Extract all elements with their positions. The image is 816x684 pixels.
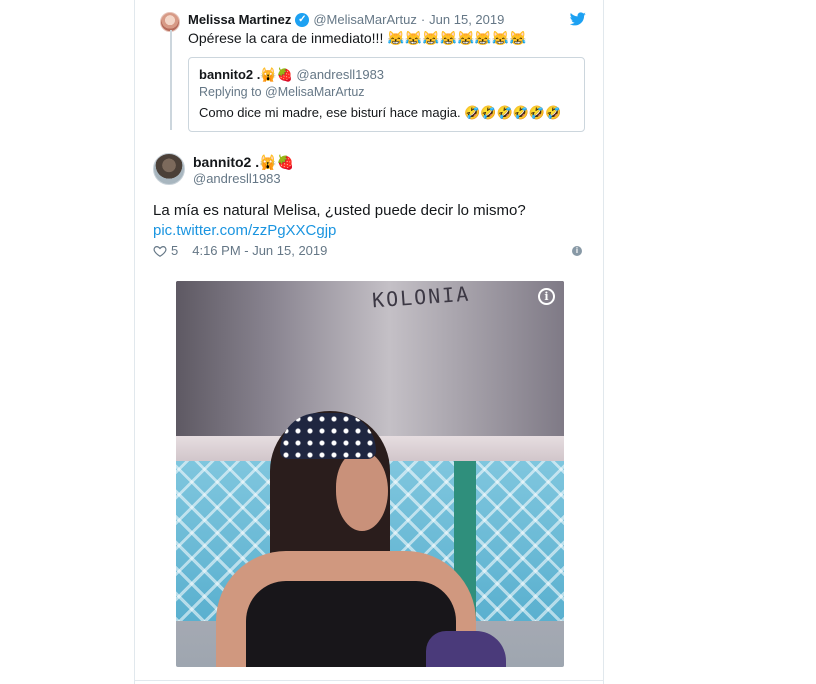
tweet-photo[interactable]: KOLONIA [176, 281, 564, 667]
parent-author-name[interactable]: Melissa Martinez [188, 12, 291, 27]
main-tweet-text: La mía es natural Melisa, ¿usted puede d… [153, 202, 526, 219]
photo-wall [176, 281, 564, 441]
quoted-tweet[interactable]: bannito2 .🙀🍓 @andresll1983 Replying to @… [188, 57, 585, 132]
quoted-author-handle: @andresll1983 [296, 67, 385, 82]
heart-icon[interactable] [153, 244, 167, 258]
twitter-bird-icon[interactable] [570, 12, 586, 26]
main-avatar[interactable] [153, 153, 185, 185]
parent-tweet-header: Melissa Martinez ✓ @MelisaMarArtuz · Jun… [188, 12, 504, 27]
quoted-replying-to: Replying to @MelisaMarArtuz [199, 85, 365, 99]
quoted-tweet-header: bannito2 .🙀🍓 @andresll1983 [199, 67, 384, 83]
info-icon[interactable]: i [572, 246, 582, 256]
main-author-handle[interactable]: @andresll1983 [193, 171, 281, 186]
tweet-meta: 5 4:16 PM - Jun 15, 2019 [153, 243, 327, 258]
separator-dot: · [420, 12, 426, 27]
photo-info-icon[interactable]: i [538, 288, 555, 305]
photo-purple-object [426, 631, 506, 667]
parent-avatar[interactable] [160, 12, 180, 32]
media-link[interactable]: pic.twitter.com/zzPgXXCgjp [153, 222, 336, 239]
parent-tweet-date[interactable]: Jun 15, 2019 [429, 12, 504, 27]
divider [134, 680, 604, 681]
thread-line [170, 30, 172, 130]
parent-tweet-text: Opérese la cara de inmediato!!! 😹😹😹😹😹😹😹😹 [188, 30, 527, 46]
quoted-tweet-text: Como dice mi madre, ese bisturí hace mag… [199, 105, 562, 120]
verified-badge-icon: ✓ [295, 12, 310, 27]
photo-person-face [336, 451, 388, 531]
quoted-author-name: bannito2 .🙀🍓 [199, 67, 293, 82]
photo-person-top [246, 581, 456, 667]
parent-author-handle[interactable]: @MelisaMarArtuz [313, 12, 417, 27]
like-count[interactable]: 5 [171, 243, 178, 258]
main-author-name[interactable]: bannito2 .🙀🍓 [193, 154, 294, 171]
tweet-timestamp[interactable]: 4:16 PM - Jun 15, 2019 [192, 243, 327, 258]
